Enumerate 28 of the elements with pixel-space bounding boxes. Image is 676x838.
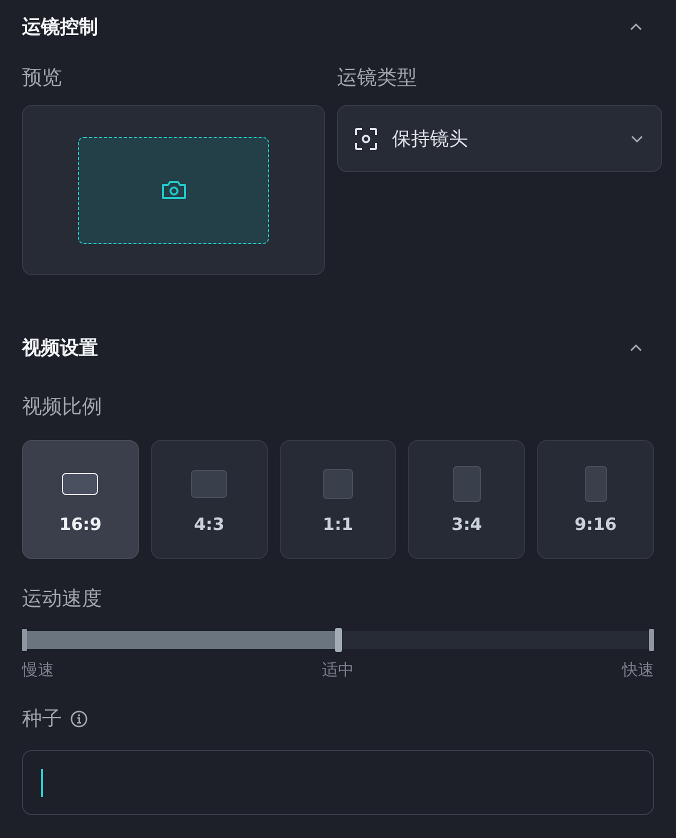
ratio-shape-icon xyxy=(584,466,607,502)
ratio-shape-icon xyxy=(191,470,228,498)
motion-speed-label: 运动速度 xyxy=(22,585,103,612)
seed-input-field[interactable] xyxy=(22,750,654,815)
motion-type-dropdown[interactable]: 保持镜头 xyxy=(337,105,662,172)
aspect-ratio-option[interactable]: 1:1 xyxy=(280,440,396,559)
speed-mark-label: 快速 xyxy=(622,660,654,681)
slider-stop xyxy=(649,629,654,651)
aspect-ratio-label: 视频比例 xyxy=(22,393,103,420)
info-icon[interactable] xyxy=(70,710,88,728)
motion-type-label: 运镜类型 xyxy=(337,64,418,91)
preview-label: 预览 xyxy=(22,64,63,91)
aspect-ratio-option[interactable]: 16:9 xyxy=(22,440,139,559)
camera-icon xyxy=(160,179,186,201)
speed-mark-label: 慢速 xyxy=(22,660,54,681)
section-title: 视频设置 xyxy=(22,336,98,361)
seed-label: 种子 xyxy=(22,705,62,732)
ratio-shape-icon xyxy=(452,466,481,502)
speed-mark-label: 适中 xyxy=(322,660,354,681)
aspect-ratio-option[interactable]: 3:4 xyxy=(408,440,526,559)
aspect-ratio-option[interactable]: 4:3 xyxy=(150,440,268,559)
focus-icon xyxy=(354,126,378,150)
section-title: 运镜控制 xyxy=(22,15,98,40)
slider-thumb[interactable] xyxy=(335,628,342,652)
ratio-shape-icon xyxy=(322,468,353,498)
slider-stop xyxy=(22,629,27,651)
aspect-ratio-option[interactable]: 9:16 xyxy=(537,440,654,559)
ratio-shape-icon xyxy=(62,472,98,494)
